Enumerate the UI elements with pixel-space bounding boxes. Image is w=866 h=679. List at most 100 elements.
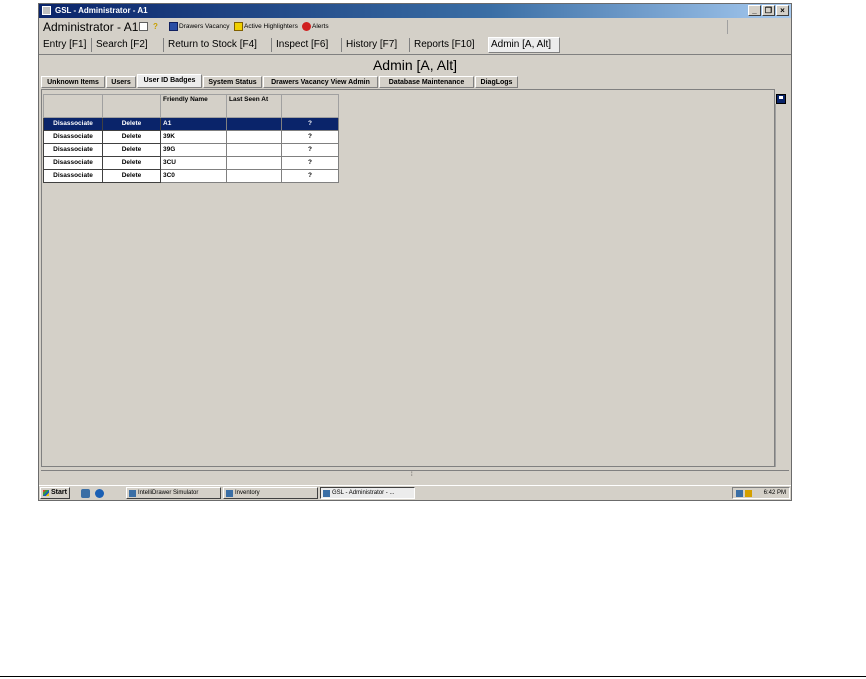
taskbar-item-inventory[interactable]: Inventory: [223, 487, 318, 499]
current-user: Administrator - A1: [43, 20, 139, 34]
taskbar-item-gsl-administrator[interactable]: GSL - Administrator - ...: [320, 487, 415, 499]
friendly-name-cell[interactable]: 3C0: [160, 169, 227, 183]
delete-button[interactable]: Delete: [102, 130, 161, 144]
table-row[interactable]: Disassociate Delete A1 ?: [43, 117, 339, 131]
user-id-badges-table: Friendly Name Last Seen At Disassociate …: [43, 94, 339, 183]
query-button[interactable]: ?: [281, 169, 339, 183]
tab-history[interactable]: History [F7]: [344, 37, 399, 53]
query-button[interactable]: ?: [281, 117, 339, 131]
table-header-row: Friendly Name Last Seen At: [43, 94, 339, 118]
tab-reports[interactable]: Reports [F10]: [412, 37, 477, 53]
last-seen-cell[interactable]: [226, 169, 282, 183]
tab-divider: [341, 38, 342, 52]
tab-divider: [91, 38, 92, 52]
table-row[interactable]: Disassociate Delete 39G ?: [43, 143, 339, 157]
toolbar-divider: [727, 20, 728, 34]
app-window-icon: [226, 490, 233, 497]
disassociate-button[interactable]: Disassociate: [43, 169, 103, 183]
friendly-name-cell[interactable]: 39K: [160, 130, 227, 144]
tab-entry[interactable]: Entry [F1]: [41, 37, 88, 53]
close-button[interactable]: ×: [776, 5, 789, 16]
subtab-database-maintenance[interactable]: Database Maintenance: [379, 76, 474, 88]
page-title: Admin [A, Alt]: [372, 57, 458, 73]
vertical-scrollbar[interactable]: [775, 104, 789, 467]
table-row[interactable]: Disassociate Delete 3CU ?: [43, 156, 339, 170]
main-tab-bar: Entry [F1] Search [F2] Return to Stock […: [39, 36, 791, 55]
tab-return-to-stock[interactable]: Return to Stock [F4]: [166, 37, 259, 53]
column-header-last-seen-at[interactable]: Last Seen At: [226, 94, 282, 118]
query-button[interactable]: ?: [281, 130, 339, 144]
user-toolbar: Administrator - A1 ? Drawers Vacancy Act…: [39, 18, 791, 37]
drawers-vacancy-button[interactable]: Drawers Vacancy: [179, 21, 229, 33]
tab-admin[interactable]: Admin [A, Alt]: [488, 37, 560, 53]
column-header-friendly-name[interactable]: Friendly Name: [160, 94, 227, 118]
column-header-disassociate: [43, 94, 103, 118]
last-seen-cell[interactable]: [226, 143, 282, 157]
column-header-query: [281, 94, 339, 118]
horizontal-splitter[interactable]: ⁞: [41, 470, 789, 479]
badges-panel: Friendly Name Last Seen At Disassociate …: [41, 89, 775, 467]
taskbar-item-label: IntelliDrawer Simulator: [138, 490, 199, 496]
delete-button[interactable]: Delete: [102, 169, 161, 183]
minimize-button[interactable]: _: [748, 5, 761, 16]
friendly-name-cell[interactable]: 3CU: [160, 156, 227, 170]
clock[interactable]: 6:42 PM: [764, 488, 786, 498]
drawers-vacancy-icon[interactable]: [169, 22, 178, 31]
system-tray: 6:42 PM: [732, 487, 790, 499]
highlighter-icon[interactable]: [234, 22, 243, 31]
table-row[interactable]: Disassociate Delete 3C0 ?: [43, 169, 339, 183]
start-label: Start: [51, 489, 67, 496]
delete-button[interactable]: Delete: [102, 117, 161, 131]
tab-divider: [409, 38, 410, 52]
alert-icon[interactable]: [302, 22, 311, 31]
start-button[interactable]: Start: [40, 487, 70, 499]
taskbar-item-label: GSL - Administrator - ...: [332, 490, 395, 496]
query-button[interactable]: ?: [281, 156, 339, 170]
friendly-name-cell[interactable]: 39G: [160, 143, 227, 157]
subtab-unknown-items[interactable]: Unknown Items: [41, 76, 105, 88]
active-highlighters-button[interactable]: Active Highlighters: [244, 21, 298, 33]
last-seen-cell[interactable]: [226, 130, 282, 144]
volume-icon[interactable]: [745, 490, 752, 497]
delete-button[interactable]: Delete: [102, 156, 161, 170]
taskbar-item-label: Inventory: [235, 490, 260, 496]
tab-search[interactable]: Search [F2]: [94, 37, 150, 53]
show-desktop-icon[interactable]: [81, 489, 90, 498]
last-seen-cell[interactable]: [226, 156, 282, 170]
delete-button[interactable]: Delete: [102, 143, 161, 157]
title-bar[interactable]: GSL - Administrator - A1 _ ❐ ×: [39, 4, 791, 18]
subtab-system-status[interactable]: System Status: [203, 76, 262, 88]
subtab-users[interactable]: Users: [106, 76, 136, 88]
disassociate-button[interactable]: Disassociate: [43, 117, 103, 131]
tab-inspect[interactable]: Inspect [F6]: [274, 37, 330, 53]
tab-divider: [271, 38, 272, 52]
network-icon[interactable]: [736, 490, 743, 497]
page-divider-line: [0, 676, 866, 677]
subtab-user-id-badges[interactable]: User ID Badges: [137, 74, 202, 88]
taskbar-item-intellidrawer-simulator[interactable]: IntelliDrawer Simulator: [126, 487, 221, 499]
save-icon[interactable]: [776, 94, 786, 104]
app-window-icon: [323, 490, 330, 497]
table-row[interactable]: Disassociate Delete 39K ?: [43, 130, 339, 144]
subtab-drawers-vacancy-view-admin[interactable]: Drawers Vacancy View Admin: [263, 76, 378, 88]
query-button[interactable]: ?: [281, 143, 339, 157]
app-window-icon: [129, 490, 136, 497]
friendly-name-cell[interactable]: A1: [160, 117, 227, 131]
windows-taskbar: Start IntelliDrawer Simulator Inventory …: [39, 485, 791, 500]
tab-divider: [163, 38, 164, 52]
alerts-button[interactable]: Alerts: [312, 21, 329, 33]
subtab-diaglogs[interactable]: DiagLogs: [475, 76, 518, 88]
last-seen-cell[interactable]: [226, 117, 282, 131]
help-icon[interactable]: ?: [153, 22, 162, 31]
document-icon[interactable]: [139, 22, 148, 31]
internet-explorer-icon[interactable]: [95, 489, 104, 498]
windows-logo-icon: [43, 490, 49, 496]
disassociate-button[interactable]: Disassociate: [43, 143, 103, 157]
disassociate-button[interactable]: Disassociate: [43, 156, 103, 170]
disassociate-button[interactable]: Disassociate: [43, 130, 103, 144]
admin-subtab-bar: Unknown Items Users User ID Badges Syste…: [41, 74, 789, 89]
window-title: GSL - Administrator - A1: [55, 6, 148, 15]
restore-button[interactable]: ❐: [762, 5, 775, 16]
splitter-grip-icon[interactable]: ⁞: [411, 471, 413, 479]
app-window: GSL - Administrator - A1 _ ❐ × Administr…: [38, 3, 792, 501]
